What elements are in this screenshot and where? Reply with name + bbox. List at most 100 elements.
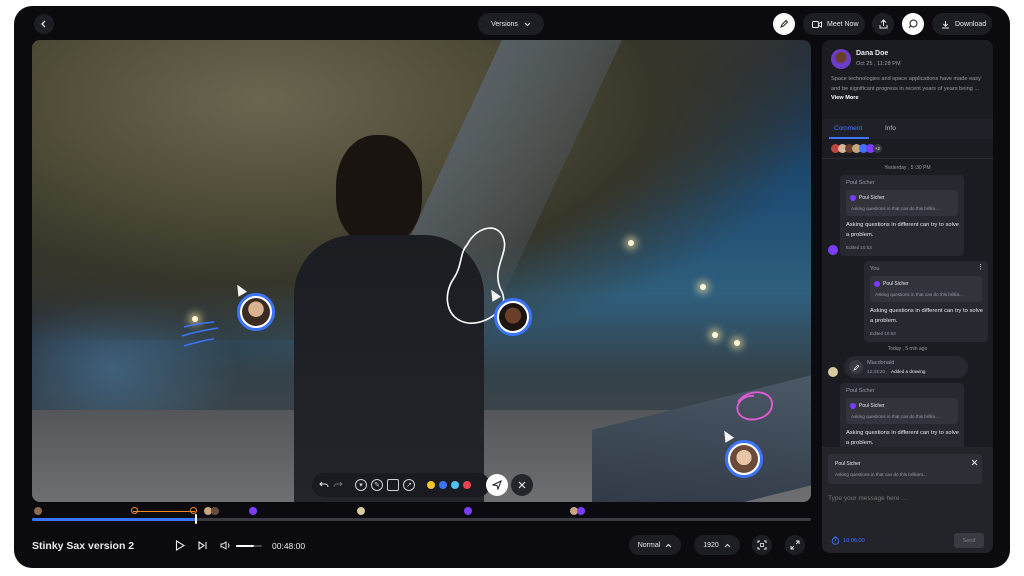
drawing-user: Macdonald — [867, 360, 895, 366]
annotation-drawings — [181, 227, 773, 421]
drawing-time: 12:43:20 — [867, 369, 885, 374]
day-separator: Today , 5 min ago — [887, 346, 928, 352]
post-description-text: Space technologies and space application… — [831, 76, 981, 92]
pen-tool-icon[interactable]: ✎ — [371, 479, 383, 491]
playback-speed-dropdown[interactable]: Normal — [629, 535, 681, 555]
day-separator: Yesterday , 5 :30 PM — [884, 165, 931, 171]
tab-comment[interactable]: Comment — [834, 125, 862, 132]
app-window: Versions Meet Now Download ▾ ✎ ↗ Stinky … — [14, 6, 1010, 568]
drawing-icon-wrap — [849, 360, 863, 374]
participants-more-count[interactable]: +2 — [873, 144, 882, 153]
color-swatch-blue[interactable] — [439, 481, 447, 489]
quoted-text: Asking questions in that can do this bri… — [875, 292, 963, 297]
versions-label: Versions — [491, 20, 518, 28]
message-input[interactable] — [828, 491, 982, 505]
timeline-comment-marker[interactable] — [34, 507, 42, 515]
annotation-toolbar: ▾ ✎ ↗ — [312, 473, 490, 497]
quoted-avatar — [874, 281, 880, 287]
timeline-range-start-handle[interactable] — [131, 507, 138, 514]
redo-icon[interactable] — [333, 481, 343, 489]
quoted-name: Poul Sicher — [859, 403, 885, 409]
close-toolbar-button[interactable] — [511, 474, 533, 496]
quoted-name: Poul Sicher — [883, 281, 909, 287]
color-swatch-red[interactable] — [463, 481, 471, 489]
collaborator-avatar — [237, 293, 275, 331]
video-camera-icon — [812, 20, 822, 28]
quoted-name: Poul Sicher — [859, 195, 885, 201]
blue-scribble-drawing — [181, 321, 219, 347]
volume-icon[interactable] — [220, 541, 232, 550]
comment-edited-time: Edited 10:53 — [846, 245, 872, 250]
cursor-share-button[interactable] — [902, 13, 924, 35]
comment-sender: You — [870, 266, 880, 272]
skip-forward-icon[interactable] — [198, 541, 208, 550]
comment-timestamp: 10:06:00 — [843, 538, 865, 544]
quoted-text: Asking questions in that can do this bri… — [851, 206, 939, 211]
comment-text: Asking questions in different can try to… — [846, 430, 959, 446]
tab-info[interactable]: Info — [885, 125, 896, 132]
comment-card[interactable]: Poul Sicher Poul Sicher Asking questions… — [840, 175, 964, 256]
color-swatch-yellow[interactable] — [427, 481, 435, 489]
timeline-comment-marker[interactable] — [211, 507, 219, 515]
active-tab-indicator — [829, 137, 869, 139]
versions-dropdown[interactable]: Versions — [478, 13, 544, 35]
resolution-value: 1920 — [703, 541, 719, 549]
send-button[interactable]: Send — [954, 533, 984, 548]
post-description: Space technologies and space application… — [831, 75, 981, 104]
volume-slider[interactable] — [236, 545, 262, 547]
close-icon — [518, 481, 526, 489]
comment-edited-time: Edited 10:53 — [870, 331, 896, 336]
timeline-track[interactable] — [32, 518, 811, 521]
post-date: Oct 25 , 11:28 PM — [856, 61, 901, 67]
back-button[interactable] — [34, 14, 54, 34]
quoted-avatar — [850, 195, 856, 201]
pencil-icon — [780, 19, 789, 28]
send-drawing-button[interactable] — [486, 474, 508, 496]
timeline-range-selection[interactable] — [133, 511, 195, 512]
upload-icon — [879, 19, 887, 29]
comment-text: Asking questions in different can try to… — [846, 222, 959, 238]
video-player[interactable] — [32, 40, 811, 502]
shape-tool-icon[interactable] — [387, 479, 399, 491]
fullscreen-button[interactable] — [785, 535, 805, 555]
fit-screen-button[interactable] — [752, 535, 772, 555]
resolution-dropdown[interactable]: 1920 — [694, 535, 740, 555]
panel-tabs: Comment Info — [822, 119, 993, 139]
comment-card[interactable]: Poul Sicher Poul Sicher Asking questions… — [840, 383, 964, 453]
drawing-action: Added a drawing — [891, 369, 926, 374]
commenter-avatar — [828, 367, 838, 377]
timeline-range-end-handle[interactable] — [190, 507, 197, 514]
timeline-comment-marker[interactable] — [577, 507, 585, 515]
marker-tool-icon[interactable]: ▾ — [355, 479, 367, 491]
own-comment-card[interactable]: You ⋮ Poul Sicher Asking questions in th… — [864, 261, 988, 342]
chevron-up-icon — [665, 543, 672, 547]
more-options-icon[interactable]: ⋮ — [977, 263, 984, 271]
timeline-comment-marker[interactable] — [464, 507, 472, 515]
divider — [822, 158, 993, 159]
share-button[interactable] — [872, 13, 894, 35]
color-swatch-cyan[interactable] — [451, 481, 459, 489]
timeline-playhead[interactable] — [194, 514, 197, 524]
collaborator-avatar — [494, 298, 532, 336]
arrow-tool-icon[interactable]: ↗ — [403, 479, 415, 491]
comment-text: Asking questions in different can try to… — [870, 308, 983, 324]
timeline-comment-marker[interactable] — [357, 507, 365, 515]
reply-preview: Poul Sicher Asking questions in that can… — [828, 454, 982, 484]
timeline-comment-marker[interactable] — [249, 507, 257, 515]
timer-icon[interactable] — [831, 536, 840, 545]
meet-now-label: Meet Now — [827, 20, 859, 28]
timeline-progress — [32, 518, 196, 521]
author-avatar — [831, 49, 851, 69]
drawing-event[interactable]: Macdonald 12:43:20 Added a drawing — [844, 356, 968, 378]
meet-now-button[interactable]: Meet Now — [803, 13, 865, 35]
view-more-link[interactable]: View More — [831, 95, 859, 101]
close-icon[interactable] — [971, 459, 978, 466]
undo-icon[interactable] — [319, 481, 329, 489]
quoted-reply: Poul Sicher Asking questions in that can… — [870, 276, 982, 302]
pencil-button[interactable] — [773, 13, 795, 35]
play-icon[interactable] — [175, 540, 185, 551]
fit-screen-icon — [757, 540, 767, 550]
cursor-chat-icon — [908, 19, 918, 29]
send-icon — [492, 480, 502, 490]
download-button[interactable]: Download — [932, 13, 992, 35]
